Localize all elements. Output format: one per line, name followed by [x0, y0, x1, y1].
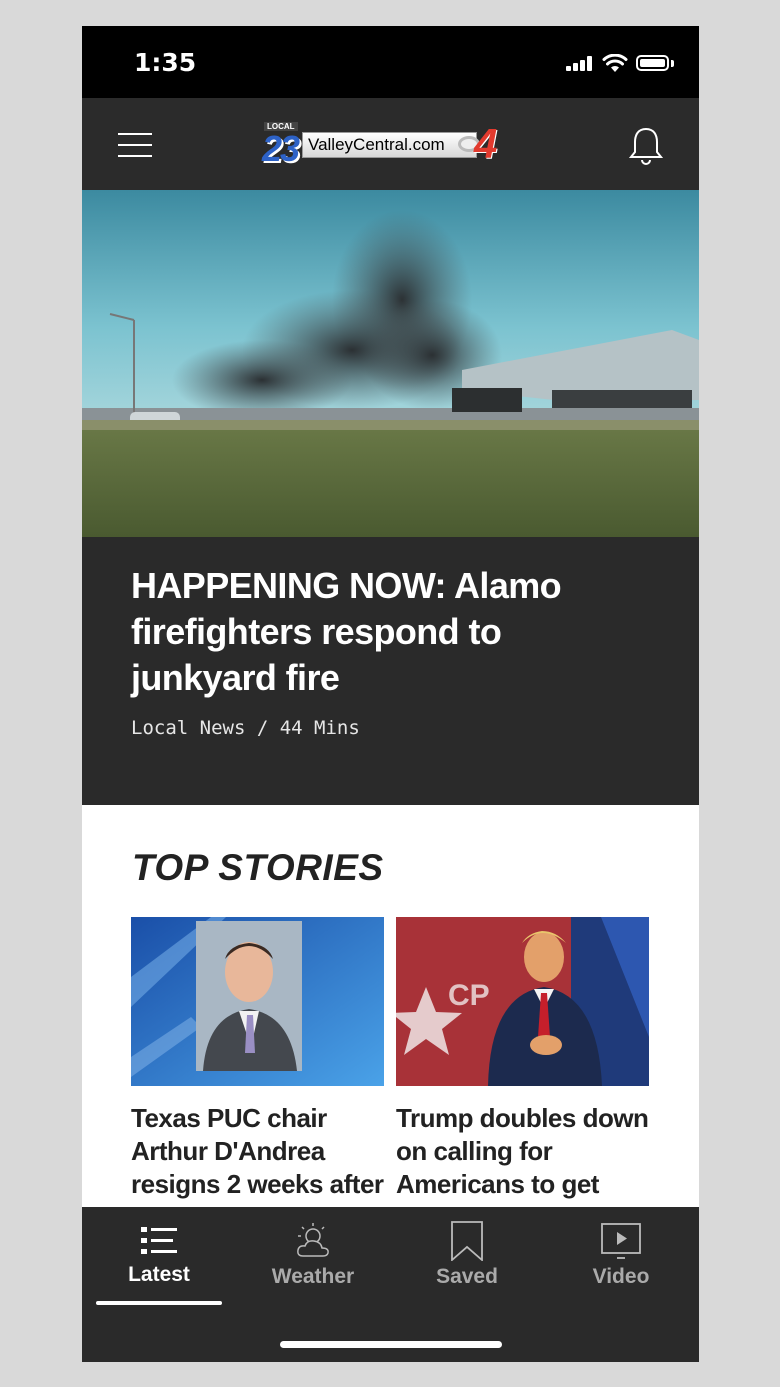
tab-video[interactable]: Video: [544, 1207, 698, 1307]
tab-label: Saved: [436, 1265, 498, 1288]
notification-bell-icon[interactable]: [628, 125, 664, 165]
tab-weather[interactable]: Weather: [236, 1207, 390, 1307]
hero-headline[interactable]: HAPPENING NOW: Alamo firefighters respon…: [131, 563, 651, 701]
status-bar: 1:35: [82, 26, 699, 98]
tab-label: Latest: [128, 1263, 190, 1286]
app-header: LOCAL 23 ValleyCentral.com 4: [82, 98, 699, 190]
partly-cloudy-icon: [297, 1223, 329, 1257]
bottom-navigation: Latest Weather Saved Video: [82, 1207, 699, 1362]
hero-meta: Local News / 44 Mins: [131, 717, 360, 739]
hamburger-menu-icon[interactable]: [118, 131, 152, 159]
top-stories-section: TOP STORIES Texas PUC chair Arthur D'And…: [82, 805, 699, 1207]
station-logo[interactable]: LOCAL 23 ValleyCentral.com 4: [262, 120, 520, 169]
tab-label: Weather: [271, 1265, 355, 1288]
svg-text:CP: CP: [448, 979, 490, 1012]
video-play-icon: [601, 1223, 641, 1259]
hero-article[interactable]: HAPPENING NOW: Alamo firefighters respon…: [82, 537, 699, 805]
hero-image[interactable]: [82, 190, 699, 537]
status-time: 1:35: [134, 48, 197, 77]
list-icon: [141, 1227, 177, 1254]
story-image: [131, 917, 384, 1086]
story-card[interactable]: CP Trump doubles down on calling for Ame…: [396, 917, 649, 1201]
wifi-icon: [602, 54, 628, 72]
battery-icon: [636, 55, 669, 71]
active-tab-indicator: [96, 1301, 222, 1305]
section-title: TOP STORIES: [132, 847, 384, 888]
cellular-signal-icon: [566, 56, 592, 71]
home-indicator[interactable]: [280, 1341, 502, 1348]
tab-saved[interactable]: Saved: [390, 1207, 544, 1307]
story-title: Texas PUC chair Arthur D'Andrea resigns …: [131, 1103, 384, 1199]
story-title: Trump doubles down on calling for Americ…: [396, 1103, 649, 1199]
tab-label: Video: [592, 1265, 650, 1288]
bookmark-icon: [451, 1221, 483, 1261]
tab-latest[interactable]: Latest: [82, 1207, 236, 1307]
story-card[interactable]: Texas PUC chair Arthur D'Andrea resigns …: [131, 917, 384, 1201]
story-image: CP: [396, 917, 649, 1086]
phone-screen: 1:35 LOCAL 23 ValleyCentral.com 4 HAPPEN…: [82, 26, 699, 1362]
